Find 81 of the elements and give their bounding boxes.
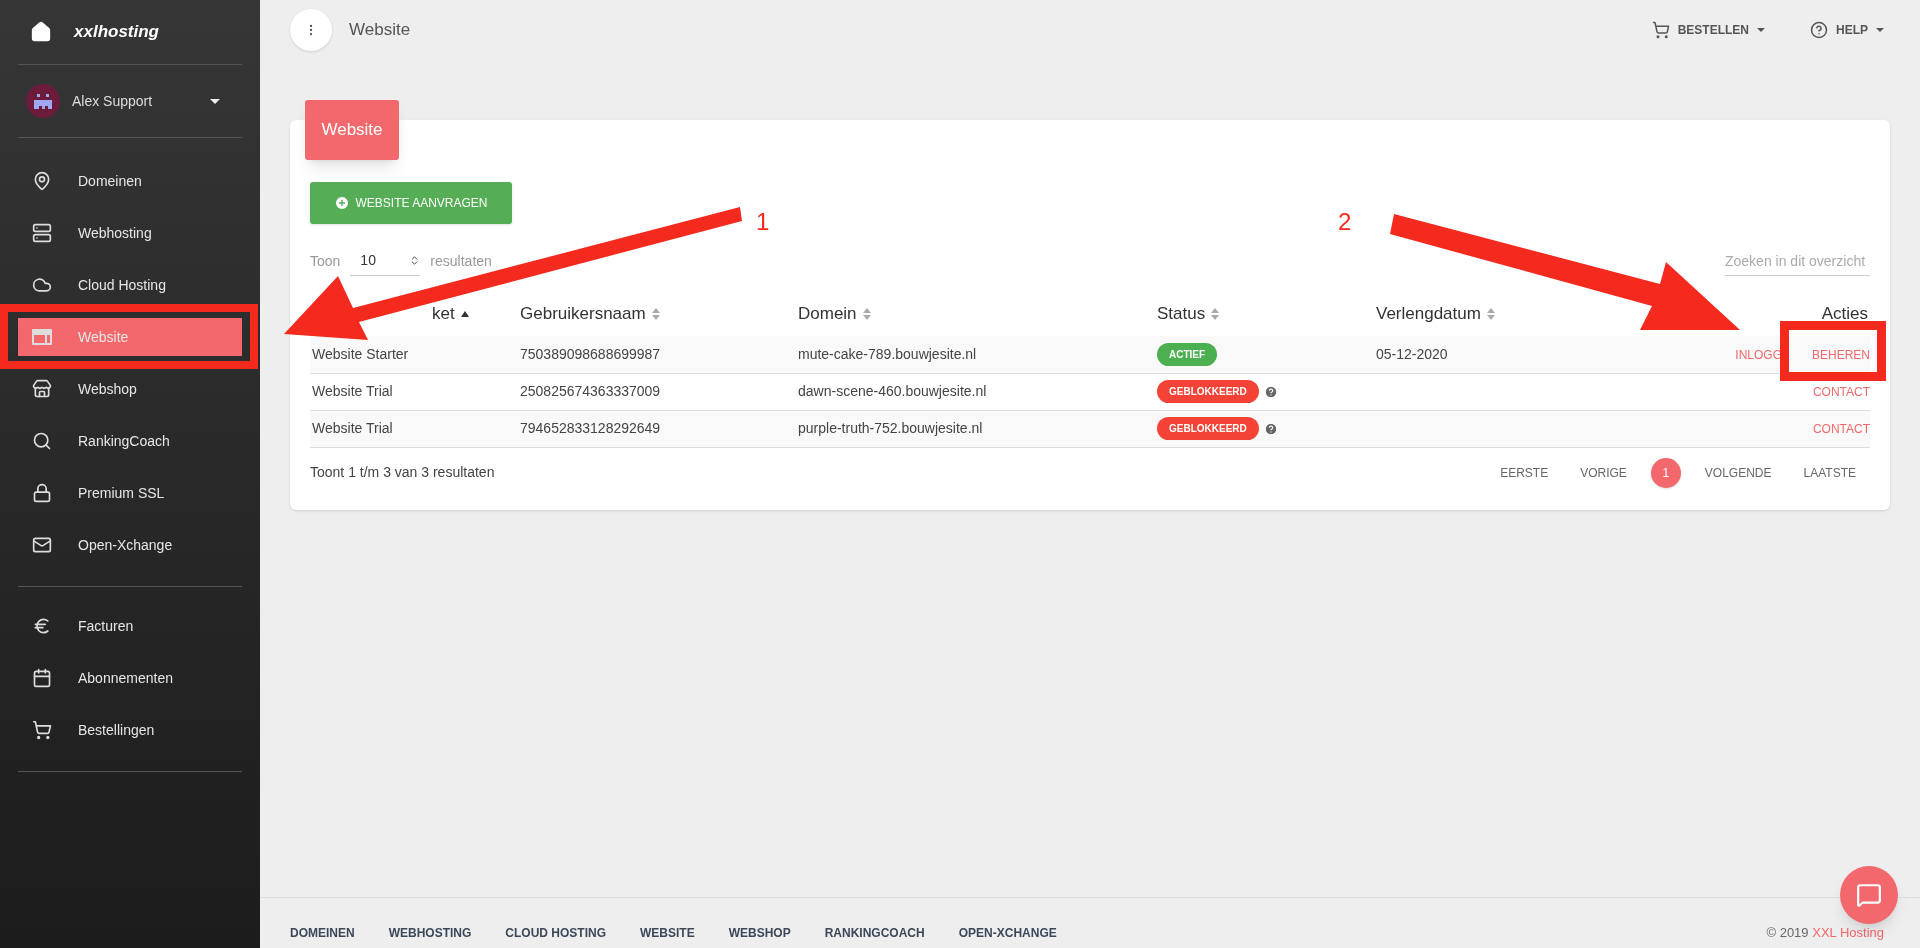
help-icon[interactable]: [1263, 421, 1278, 436]
sidebar-item[interactable]: Bestellingen: [18, 711, 242, 749]
footer-link[interactable]: CLOUD HOSTING: [505, 924, 606, 942]
footer-link[interactable]: WEBSHOP: [728, 924, 791, 942]
server-icon: [32, 223, 52, 243]
menu-button[interactable]: HELP: [1810, 21, 1884, 39]
pagination-button[interactable]: VORIGE: [1566, 457, 1641, 488]
pagination-button[interactable]: LAATSTE: [1789, 457, 1870, 488]
brand-name: xxlhosting: [74, 21, 159, 44]
column-header[interactable]: Domein: [798, 301, 871, 327]
calendar-icon: [32, 668, 52, 688]
column-header[interactable]: Verlengdatum: [1376, 301, 1495, 327]
table-cell: 794652833128292649: [518, 410, 796, 447]
sort-ascending-icon: [460, 311, 469, 317]
chat-button[interactable]: [1840, 866, 1898, 924]
footer-link[interactable]: WEBHOSTING: [388, 924, 472, 942]
home-icon[interactable]: [30, 21, 52, 43]
menu-button[interactable]: BESTELLEN: [1651, 21, 1765, 39]
pin-icon: [32, 171, 52, 191]
sidebar-item[interactable]: Webhosting: [18, 214, 242, 252]
table-cell: 05-12-2020: [1374, 336, 1611, 373]
sidebar-item[interactable]: Open-Xchange: [18, 526, 242, 564]
page-size-select[interactable]: 10: [350, 246, 421, 276]
caret-icon: [1876, 28, 1884, 32]
annotation-number: 1: [756, 207, 770, 237]
sidebar-item[interactable]: Webshop: [18, 370, 242, 408]
footer-link[interactable]: RANKINGCOACH: [824, 924, 925, 942]
sort-icon: [1211, 308, 1220, 320]
annotation-number: 2: [1338, 207, 1352, 237]
caret-icon: [1757, 28, 1765, 32]
table-cell: 250825674363337009: [518, 373, 796, 410]
status-badge: ACTIEF: [1157, 342, 1218, 366]
sidebar-item[interactable]: Abonnementen: [18, 659, 242, 697]
copyright: © 2019 XXL Hosting: [1766, 923, 1884, 942]
dropdown-caret-icon[interactable]: [210, 98, 220, 104]
page-title: Website: [349, 19, 412, 42]
table-cell: purple-truth-752.bouwjesite.nl: [796, 410, 1155, 447]
results-summary: Toont 1 t/m 3 van 3 resultaten: [310, 463, 495, 482]
footer-link[interactable]: WEBSITE: [640, 924, 695, 942]
sort-icon: [651, 308, 660, 320]
chat-icon: [1856, 882, 1882, 908]
sort-icon: [862, 308, 871, 320]
store-icon: [32, 379, 52, 399]
cart-icon: [32, 720, 52, 740]
sidebar-item[interactable]: Cloud Hosting: [18, 266, 242, 304]
search-field[interactable]: Zoeken in dit overzicht: [1725, 246, 1870, 276]
table-cell: Website Trial: [310, 410, 518, 447]
status-badge: GEBLOKKEERD: [1157, 380, 1259, 403]
help-icon[interactable]: [1263, 384, 1278, 399]
status-badge: GEBLOKKEERD: [1157, 417, 1259, 440]
user-name[interactable]: Alex Support: [72, 90, 198, 112]
cart-icon: [1651, 21, 1670, 39]
table-cell: 750389098688699987: [518, 336, 796, 373]
table-cell: Website Trial: [310, 373, 518, 410]
footer-link[interactable]: DOMEINEN: [290, 924, 355, 942]
column-header: Acties: [1821, 303, 1868, 326]
sort-icon: [1486, 308, 1495, 320]
avatar: [26, 84, 60, 118]
mail-icon: [32, 535, 52, 555]
footer-link[interactable]: OPEN-XCHANGE: [958, 924, 1057, 942]
column-header[interactable]: Gebruikersnaam: [520, 301, 660, 327]
sidebar-item[interactable]: RankingCoach: [18, 422, 242, 460]
plus-icon: [334, 195, 351, 211]
cloud-icon: [32, 275, 52, 295]
card-title: Website: [305, 100, 399, 160]
column-header[interactable]: ket: [432, 301, 469, 327]
pagination-button[interactable]: EERSTE: [1486, 457, 1563, 488]
sidebar-item[interactable]: Premium SSL: [18, 474, 242, 512]
sidebar-item[interactable]: Domeinen: [18, 162, 242, 200]
help-icon: [1810, 21, 1828, 39]
show-label: Toon: [310, 251, 341, 271]
table-cell: mute-cake-789.bouwjesite.nl: [796, 336, 1155, 373]
table-cell: dawn-scene-460.bouwjesite.nl: [796, 373, 1155, 410]
pagination-button[interactable]: VOLGENDE: [1690, 457, 1786, 488]
column-header[interactable]: Status: [1157, 301, 1220, 327]
lock-icon: [32, 483, 52, 503]
results-label: resultaten: [430, 251, 492, 271]
window-icon: [32, 327, 52, 347]
table-cell: Website Starter: [310, 336, 518, 373]
sidebar-item[interactable]: Facturen: [18, 607, 242, 645]
search-icon: [32, 431, 52, 451]
